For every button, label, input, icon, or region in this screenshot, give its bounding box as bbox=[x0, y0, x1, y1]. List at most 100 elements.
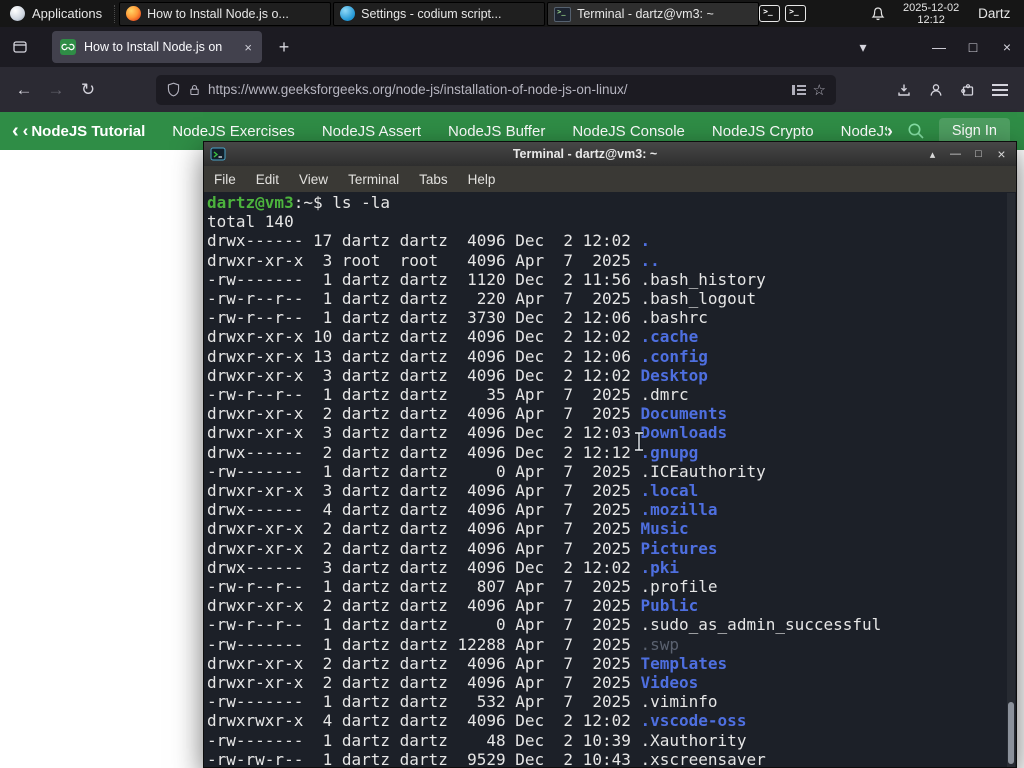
browser-toolbar: ← → ↻ https://www.geeksforgeeks.org/node… bbox=[0, 67, 1024, 112]
terminal-text: -rw-r--r-- 1 dartz dartz 807 Apr 7 2025 bbox=[207, 577, 641, 597]
clock-time: 12:12 bbox=[917, 13, 945, 26]
terminal-menu-view[interactable]: View bbox=[289, 166, 338, 192]
terminal-text: -rw-r--r-- 1 dartz dartz 3730 Dec 2 12:0… bbox=[207, 308, 641, 328]
terminal-title: Terminal - dartz@vm3: ~ bbox=[512, 147, 658, 161]
terminal-scrollbar[interactable] bbox=[1007, 193, 1015, 767]
taskbar-window-firefox[interactable]: How to Install Node.js o... bbox=[119, 1, 332, 26]
terminal-text: .pki bbox=[640, 557, 680, 577]
terminal-shade-button[interactable]: ▴ bbox=[921, 143, 944, 165]
window-close-button[interactable]: × bbox=[990, 31, 1024, 63]
terminal-text: drwx------ 3 dartz dartz 4096 Dec 2 12:0… bbox=[207, 557, 641, 577]
nav-item-console[interactable]: NodeJS Console bbox=[572, 123, 685, 140]
file-entry-Desktop: drwxr-xr-x 3 dartz dartz 4096 Dec 2 12:0… bbox=[207, 366, 1016, 385]
terminal-text: Downloads bbox=[640, 423, 728, 443]
terminal-text: Pictures bbox=[640, 538, 718, 558]
new-tab-button[interactable]: + bbox=[270, 33, 298, 61]
file-entry-.config: drwxr-xr-x 13 dartz dartz 4096 Dec 2 12:… bbox=[207, 347, 1016, 366]
tracking-shield-icon[interactable] bbox=[166, 82, 181, 97]
terminal-text: drwxr-xr-x 13 dartz dartz 4096 Dec 2 12:… bbox=[207, 346, 641, 366]
terminal-minimize-button[interactable]: — bbox=[944, 143, 967, 165]
terminal-menu-file[interactable]: File bbox=[204, 166, 246, 192]
terminal-menu-edit[interactable]: Edit bbox=[246, 166, 289, 192]
terminal-output[interactable]: dartz@vm3:~$ ls -la total 140 drwx------ 1… bbox=[204, 192, 1016, 767]
gfg-nav-items: ‹ NodeJS Tutorial NodeJS Exercises NodeJS A… bbox=[23, 121, 887, 141]
terminal-text: .viminfo bbox=[640, 692, 718, 712]
nav-item-tutorial[interactable]: ‹ NodeJS Tutorial bbox=[23, 121, 146, 141]
nav-item-label: NodeJS DNS bbox=[840, 122, 887, 140]
extensions-icon[interactable] bbox=[952, 74, 984, 106]
desktop: Applications How to Install Node.js o...… bbox=[0, 0, 1024, 768]
terminal-text: drwxr-xr-x 3 dartz dartz 4096 Dec 2 12:0… bbox=[207, 423, 641, 443]
tray-terminal-icon-2[interactable] bbox=[785, 5, 807, 22]
account-icon[interactable] bbox=[920, 74, 952, 106]
terminal-text: .ICEauthority bbox=[640, 461, 766, 481]
window-minimize-button[interactable]: — bbox=[922, 31, 956, 63]
lock-icon[interactable] bbox=[188, 83, 201, 97]
taskbar-window-codium[interactable]: Settings - codium script... bbox=[333, 1, 546, 26]
nav-item-exercises[interactable]: NodeJS Exercises bbox=[172, 123, 295, 140]
applications-menu-button[interactable]: Applications bbox=[0, 0, 112, 27]
taskbar-window-title: Settings - codium script... bbox=[361, 6, 502, 21]
terminal-text: .bashrc bbox=[640, 308, 708, 328]
file-entry-..: drwxr-xr-x 3 root root 4096 Apr 7 2025 .… bbox=[207, 251, 1016, 270]
codium-icon bbox=[340, 6, 356, 21]
window-maximize-button[interactable]: □ bbox=[956, 31, 990, 63]
forward-button[interactable]: → bbox=[40, 74, 72, 106]
file-entry-Music: drwxr-xr-x 2 dartz dartz 4096 Apr 7 2025… bbox=[207, 519, 1016, 538]
nav-scroll-right-icon[interactable]: › bbox=[887, 121, 893, 142]
terminal-menu-tabs[interactable]: Tabs bbox=[409, 166, 458, 192]
taskbar-window-title: How to Install Node.js o... bbox=[147, 6, 289, 21]
top-panel: Applications How to Install Node.js o...… bbox=[0, 0, 1024, 27]
url-text: https://www.geeksforgeeks.org/node-js/in… bbox=[208, 82, 628, 97]
terminal-text: . bbox=[640, 231, 651, 251]
file-entry-.bash_logout: -rw-r--r-- 1 dartz dartz 220 Apr 7 2025 … bbox=[207, 289, 1016, 308]
reader-mode-icon[interactable] bbox=[791, 84, 806, 96]
nav-item-assert[interactable]: NodeJS Assert bbox=[322, 123, 421, 140]
terminal-text: drwxr-xr-x 2 dartz dartz 4096 Apr 7 2025 bbox=[207, 519, 641, 539]
file-entry-Templates: drwxr-xr-x 2 dartz dartz 4096 Apr 7 2025… bbox=[207, 654, 1016, 673]
nav-item-crypto[interactable]: NodeJS Crypto bbox=[712, 123, 814, 140]
panel-user-label: Dartz bbox=[978, 6, 1011, 21]
terminal-text: -rw------- 1 dartz dartz 0 Apr 7 2025 bbox=[207, 461, 641, 481]
taskbar-window-terminal[interactable]: Terminal - dartz@vm3: ~ bbox=[547, 1, 760, 26]
back-button[interactable]: ← bbox=[8, 74, 40, 106]
nav-item-label: NodeJS Console bbox=[572, 122, 685, 140]
tab-close-icon[interactable]: × bbox=[242, 40, 254, 55]
nav-scroll-left-icon[interactable]: ‹ bbox=[12, 120, 19, 143]
terminal-text: .local bbox=[640, 481, 699, 501]
notification-bell-icon[interactable] bbox=[870, 4, 886, 24]
nav-item-buffer[interactable]: NodeJS Buffer bbox=[448, 123, 545, 140]
terminal-maximize-button[interactable]: □ bbox=[967, 143, 990, 165]
list-all-tabs-icon[interactable]: ▾ bbox=[846, 31, 880, 63]
terminal-text: -rw------- 1 dartz dartz 532 Apr 7 2025 bbox=[207, 692, 641, 712]
terminal-text: .config bbox=[640, 346, 708, 366]
reload-button[interactable]: ↻ bbox=[72, 74, 104, 106]
bookmark-star-icon[interactable]: ☆ bbox=[813, 81, 826, 99]
prompt-line: dartz@vm3:~$ ls -la bbox=[207, 193, 1016, 212]
file-entry-.sudo_as_admin_successful: -rw-r--r-- 1 dartz dartz 0 Apr 7 2025 .s… bbox=[207, 615, 1016, 634]
file-entry-.xscreensaver: -rw-rw-r-- 1 dartz dartz 9529 Dec 2 10:4… bbox=[207, 750, 1016, 767]
nav-item-label: NodeJS Crypto bbox=[711, 122, 814, 140]
terminal-text: Videos bbox=[640, 673, 699, 693]
file-entry-.Xauthority: -rw------- 1 dartz dartz 48 Dec 2 10:39 … bbox=[207, 731, 1016, 750]
panel-clock[interactable]: 2025-12-02 12:12 bbox=[900, 2, 962, 26]
url-bar[interactable]: https://www.geeksforgeeks.org/node-js/in… bbox=[156, 74, 836, 105]
file-entry-.cache: drwxr-xr-x 10 dartz dartz 4096 Dec 2 12:… bbox=[207, 327, 1016, 346]
tray-terminal-icon[interactable] bbox=[759, 5, 781, 22]
terminal-close-button[interactable]: × bbox=[990, 143, 1013, 165]
scrollbar-thumb[interactable] bbox=[1008, 702, 1014, 764]
terminal-menu-terminal[interactable]: Terminal bbox=[338, 166, 409, 192]
terminal-menu-help[interactable]: Help bbox=[458, 166, 506, 192]
browser-tab[interactable]: How to Install Node.js on × bbox=[52, 31, 262, 63]
downloads-icon[interactable] bbox=[888, 74, 920, 106]
terminal-text: .mozilla bbox=[640, 500, 718, 520]
firefox-view-icon[interactable] bbox=[6, 33, 34, 61]
file-entry-Documents: drwxr-xr-x 2 dartz dartz 4096 Apr 7 2025… bbox=[207, 404, 1016, 423]
file-entry-.gnupg: drwx------ 2 dartz dartz 4096 Dec 2 12:1… bbox=[207, 443, 1016, 462]
nav-item-label: NodeJS Buffer bbox=[448, 122, 546, 140]
menu-icon[interactable] bbox=[984, 74, 1016, 106]
nav-item-dns[interactable]: NodeJS DNS bbox=[841, 123, 887, 140]
terminal-text: drwxr-xr-x 10 dartz dartz 4096 Dec 2 12:… bbox=[207, 327, 641, 347]
terminal-text: Public bbox=[640, 596, 699, 616]
terminal-titlebar[interactable]: Terminal - dartz@vm3: ~ ▴ — □ × bbox=[204, 142, 1016, 166]
